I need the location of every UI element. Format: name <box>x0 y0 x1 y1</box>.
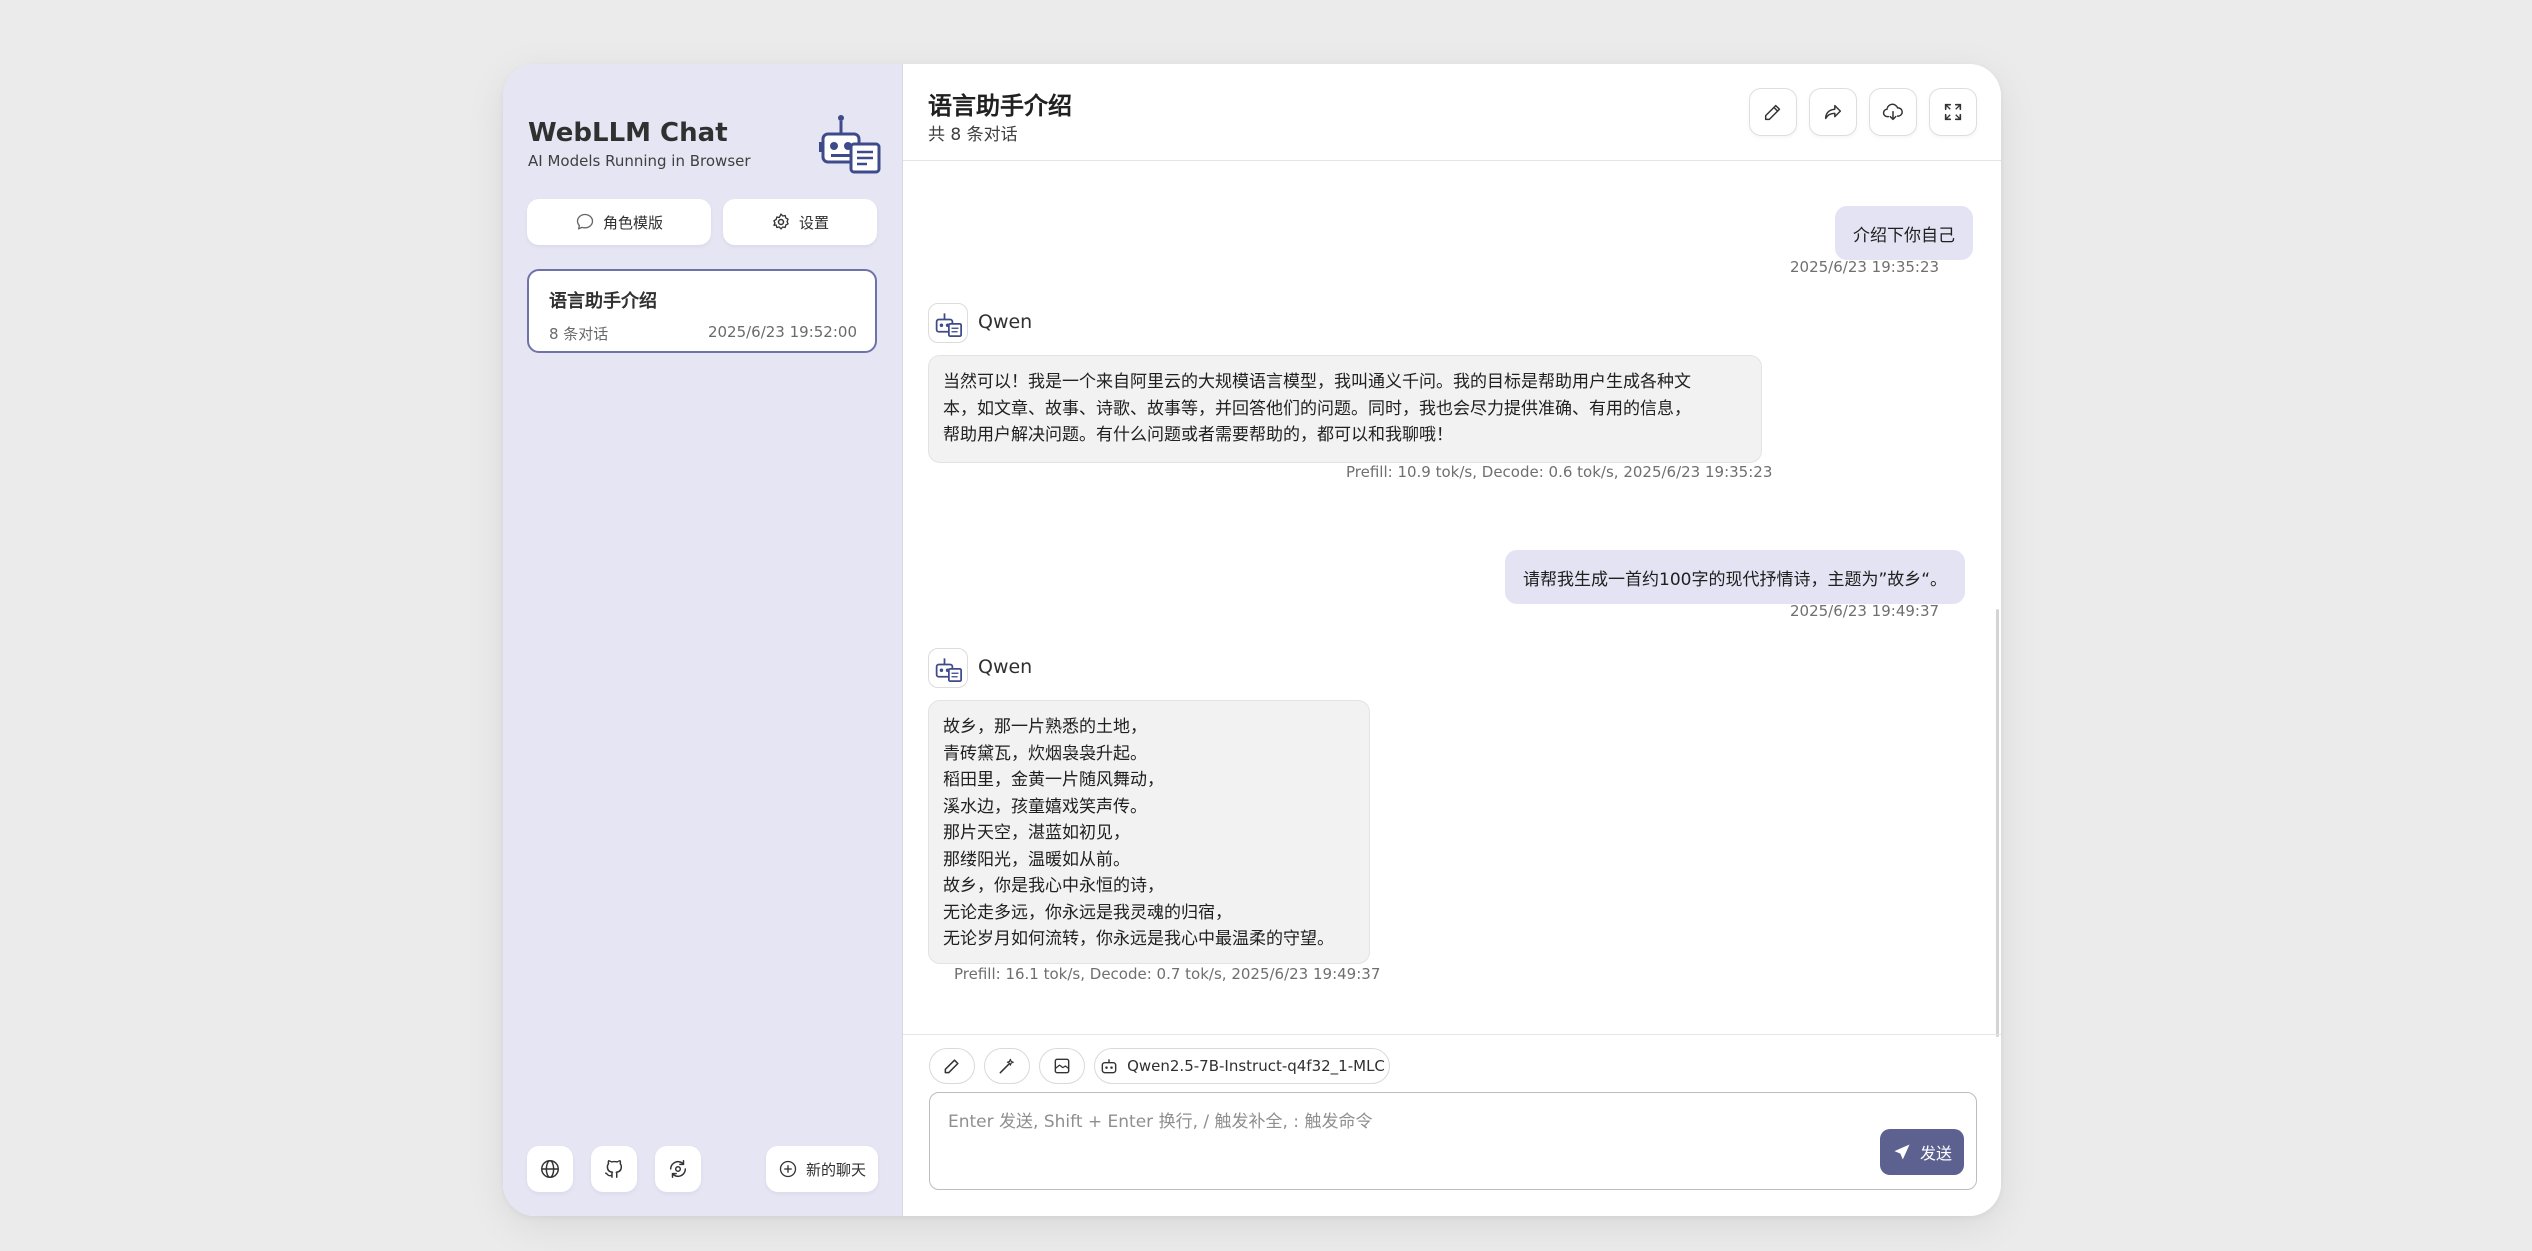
chat-item-title: 语言助手介绍 <box>549 291 657 312</box>
send-button[interactable]: 发送 <box>1880 1129 1964 1175</box>
download-icon <box>1882 103 1903 121</box>
chat-item-count: 8 条对话 <box>549 325 609 343</box>
poem-line: 溪水边，孩童嬉戏笑声传。 <box>943 796 1147 817</box>
user-message: 请帮我生成一首约100字的现代抒情诗，主题为”故乡“。 <box>1505 550 1966 604</box>
settings-button[interactable]: 设置 <box>723 199 877 245</box>
settings-button-label: 设置 <box>798 213 829 232</box>
chat-input[interactable] <box>930 1093 1976 1189</box>
chat-header: 语言助手介绍 共 8 条对话 <box>903 64 2001 161</box>
model-selector[interactable]: Qwen2.5-7B-Instruct-q4f32_1-MLC <box>1094 1048 1390 1084</box>
sync-button[interactable] <box>655 1146 701 1192</box>
bot-avatar <box>928 648 968 688</box>
wand-icon <box>999 1058 1014 1074</box>
mask-button[interactable]: 角色模版 <box>527 199 711 245</box>
prompt-button[interactable] <box>984 1048 1030 1084</box>
chat-main: 语言助手介绍 共 8 条对话 介绍下你自己 2025/6/23 19:35:23 <box>903 64 2001 1216</box>
message-line: 当然可以！我是一个来自阿里云的大规模语言模型，我叫通义千问。我的目标是帮助用户生… <box>943 372 1691 392</box>
image-icon <box>1054 1058 1070 1074</box>
message-stats: Prefill: 10.9 tok/s, Decode: 0.6 tok/s, … <box>1346 463 1773 481</box>
brand-title: WebLLM Chat <box>528 118 728 148</box>
chat-subtitle: 共 8 条对话 <box>928 125 1018 145</box>
add-circle-icon <box>779 1160 797 1178</box>
fullscreen-button[interactable] <box>1929 88 1977 136</box>
user-message: 介绍下你自己 <box>1835 206 1973 260</box>
bot-name: Qwen <box>978 311 1033 333</box>
sync-icon <box>669 1160 687 1178</box>
image-button[interactable] <box>1039 1048 1085 1084</box>
message-timestamp: 2025/6/23 19:35:23 <box>1790 258 1940 276</box>
github-button[interactable] <box>591 1146 637 1192</box>
brand-subtitle: AI Models Running in Browser <box>528 152 751 170</box>
mask-button-label: 角色模版 <box>602 213 663 232</box>
poem-line: 那片天空，湛蓝如初见， <box>943 823 1130 843</box>
chat-title: 语言助手介绍 <box>928 92 1072 120</box>
message-timestamp: 2025/6/23 19:49:37 <box>1790 602 1940 620</box>
app-window: WebLLM Chat AI Models Running in Browser… <box>503 64 2001 1216</box>
new-chat-label: 新的聊天 <box>805 1160 866 1179</box>
new-chat-button[interactable]: 新的聊天 <box>766 1146 878 1192</box>
rename-button[interactable] <box>1749 88 1797 136</box>
poem-line: 青砖黛瓦，炊烟袅袅升起。 <box>943 743 1147 764</box>
poem-line: 稻田里，金黄一片随风舞动， <box>943 770 1164 790</box>
input-divider <box>903 1034 2001 1035</box>
message-line: 帮助用户解决问题。有什么问题或者需要帮助的，都可以和我聊哦！ <box>943 425 1453 445</box>
sidebar: WebLLM Chat AI Models Running in Browser… <box>503 64 903 1216</box>
gear-icon <box>773 213 789 230</box>
message-stats: Prefill: 16.1 tok/s, Decode: 0.7 tok/s, … <box>954 965 1381 983</box>
export-button[interactable] <box>1869 88 1917 136</box>
language-button[interactable] <box>527 1146 573 1192</box>
edit-icon <box>1764 104 1781 121</box>
send-button-label: 发送 <box>1919 1144 1952 1163</box>
share-icon <box>1824 104 1842 120</box>
poem-line: 故乡，那一片熟悉的土地， <box>943 717 1147 737</box>
model-name: Qwen2.5-7B-Instruct-q4f32_1-MLC <box>1127 1057 1385 1075</box>
assistant-message: 故乡，那一片熟悉的土地， 青砖黛瓦，炊烟袅袅升起。 稻田里，金黄一片随风舞动， … <box>928 700 1370 964</box>
brush-icon <box>944 1059 959 1074</box>
poem-line: 无论岁月如何流转，你永远是我心中最温柔的守望。 <box>943 929 1334 949</box>
globe-icon <box>541 1160 559 1178</box>
user-message-text: 请帮我生成一首约100字的现代抒情诗，主题为”故乡“。 <box>1523 569 1948 590</box>
robot-icon <box>1101 1059 1117 1074</box>
send-icon <box>1894 1144 1910 1160</box>
github-icon <box>605 1160 623 1178</box>
fullscreen-icon <box>1944 103 1962 121</box>
share-button[interactable] <box>1809 88 1857 136</box>
theme-button[interactable] <box>929 1048 975 1084</box>
chat-list-item[interactable]: 语言助手介绍 8 条对话 2025/6/23 19:52:00 <box>527 269 877 353</box>
bot-name: Qwen <box>978 656 1033 678</box>
robot-icon <box>935 658 962 682</box>
chat-item-date: 2025/6/23 19:52:00 <box>707 323 857 341</box>
message-line: 本，如文章、故事、诗歌、故事等，并回答他们的问题。同时，我也会尽力提供准确、有用… <box>943 398 1691 419</box>
assistant-message: 当然可以！我是一个来自阿里云的大规模语言模型，我叫通义千问。我的目标是帮助用户生… <box>928 355 1762 463</box>
user-message-text: 介绍下你自己 <box>1853 225 1955 246</box>
robot-icon <box>935 313 962 337</box>
chat-input-box: 发送 <box>929 1092 1977 1190</box>
poem-line: 故乡，你是我心中永恒的诗， <box>943 876 1164 896</box>
poem-line: 无论走多远，你永远是我灵魂的归宿， <box>943 902 1232 923</box>
poem-line: 那缕阳光，温暖如从前。 <box>943 849 1130 870</box>
bot-avatar <box>928 303 968 343</box>
robot-logo-icon <box>817 110 881 174</box>
chat-bubble-icon <box>576 213 594 230</box>
scrollbar[interactable] <box>1996 609 1999 1037</box>
